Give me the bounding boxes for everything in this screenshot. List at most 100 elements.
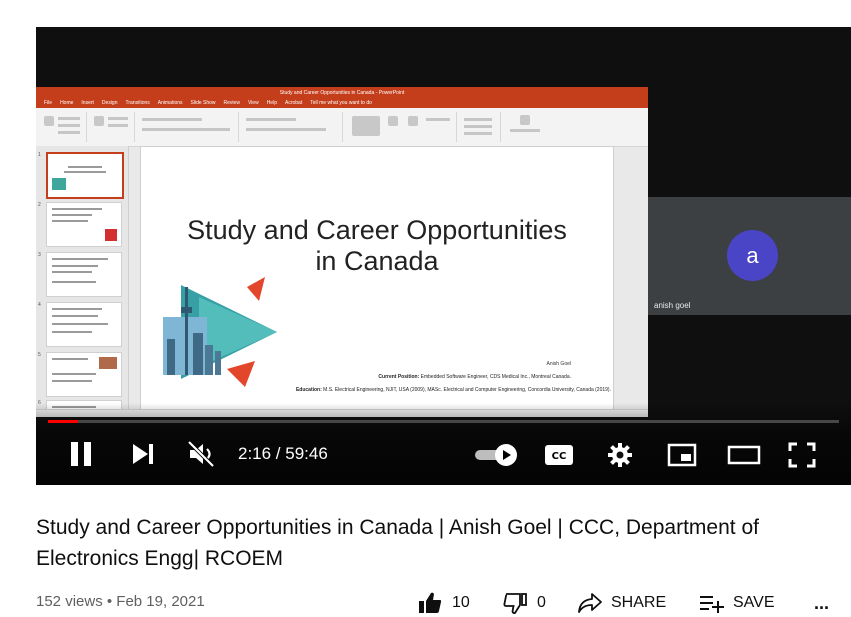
thumb-line bbox=[52, 308, 102, 310]
paste-icon bbox=[44, 116, 54, 126]
thumbnail-5 bbox=[46, 352, 122, 397]
pause-icon bbox=[71, 442, 91, 466]
theater-icon bbox=[727, 445, 761, 465]
create-pdf-icon bbox=[520, 115, 530, 125]
miniplayer-icon bbox=[667, 443, 697, 467]
video-title: Study and Career Opportunities in Canada… bbox=[36, 516, 759, 570]
education-text: M.S. Electrical Engineering, NJIT, USA (… bbox=[323, 387, 611, 393]
pause-button[interactable] bbox=[64, 437, 98, 471]
slide-author: Anish Goel bbox=[546, 361, 571, 367]
share-button[interactable]: SHARE bbox=[577, 590, 666, 616]
thumb-line bbox=[52, 214, 92, 216]
progress-bar[interactable] bbox=[48, 420, 839, 423]
volume-muted-icon bbox=[187, 440, 215, 468]
slide-title: Study and Career Opportunities in Canada bbox=[187, 215, 567, 276]
education-label: Education: bbox=[295, 387, 322, 393]
mute-button[interactable] bbox=[182, 437, 222, 471]
ppt-menu-item: Transitions bbox=[125, 100, 150, 106]
ribbon-line bbox=[58, 124, 80, 127]
ribbon-group-acrobat bbox=[504, 112, 548, 142]
arrange-icon bbox=[388, 116, 398, 126]
ppt-menu-item: File bbox=[44, 100, 53, 106]
ribbon-group-drawing bbox=[346, 112, 457, 142]
ppt-titlebar: Study and Career Opportunities in Canada… bbox=[36, 87, 648, 99]
ribbon-line bbox=[464, 118, 492, 121]
ribbon-group-editing bbox=[460, 112, 501, 142]
ppt-menu-item: Tell me what you want to do bbox=[310, 100, 372, 106]
thumb-line bbox=[68, 166, 102, 168]
thumb-line bbox=[52, 315, 98, 317]
ppt-menu-item: Acrobat bbox=[284, 100, 303, 106]
position-label: Current Position: bbox=[378, 374, 420, 380]
fullscreen-button[interactable] bbox=[784, 439, 820, 471]
ribbon-group-slides bbox=[90, 112, 135, 142]
fullscreen-icon bbox=[788, 442, 816, 468]
thumbnail-3 bbox=[46, 252, 122, 297]
like-count: 10 bbox=[452, 594, 470, 611]
thumbnail-number: 4 bbox=[38, 302, 41, 308]
thumbs-up-icon bbox=[419, 592, 442, 613]
ppt-menu-item: Insert bbox=[81, 100, 94, 106]
ppt-ribbon bbox=[36, 108, 648, 147]
thumbnail-4 bbox=[46, 302, 122, 347]
ribbon-line bbox=[142, 118, 202, 121]
ribbon-group-font bbox=[138, 112, 239, 142]
video-frame[interactable]: Study and Career Opportunities in Canada… bbox=[36, 27, 851, 485]
thumb-line bbox=[52, 380, 92, 382]
gear-icon bbox=[608, 443, 632, 467]
autoplay-toggle[interactable] bbox=[472, 439, 522, 471]
powerpoint-window: Study and Career Opportunities in Canada… bbox=[36, 87, 648, 417]
position-text: Embedded Software Engineer, CDS Medical … bbox=[420, 374, 571, 380]
playlist-add-icon bbox=[700, 596, 724, 613]
current-slide: Study and Career Opportunities in Canada… bbox=[141, 147, 613, 410]
ribbon-line bbox=[464, 125, 492, 128]
miniplayer-button[interactable] bbox=[664, 439, 700, 471]
svg-text:CC: CC bbox=[552, 451, 567, 462]
video-player[interactable]: Study and Career Opportunities in Canada… bbox=[36, 27, 851, 485]
thumb-graphic bbox=[99, 357, 117, 369]
settings-button[interactable] bbox=[602, 439, 638, 471]
ppt-menu-item: Review bbox=[223, 100, 240, 106]
thumb-line bbox=[52, 220, 88, 222]
quick-styles-icon bbox=[408, 116, 418, 126]
ribbon-line bbox=[510, 129, 540, 132]
participant-name: anish goel bbox=[654, 301, 691, 310]
thumbnail-number: 5 bbox=[38, 352, 41, 358]
next-icon bbox=[133, 444, 153, 464]
share-label: SHARE bbox=[611, 594, 667, 611]
ribbon-line bbox=[108, 117, 128, 120]
time-display: 2:16 / 59:46 bbox=[238, 444, 328, 463]
thumb-line bbox=[52, 331, 92, 333]
ppt-menu-item: Slide Show bbox=[190, 100, 216, 106]
ribbon-line bbox=[58, 117, 80, 120]
thumbnail-2 bbox=[46, 202, 122, 247]
ppt-menubar: File Home Insert Design Transitions Animation… bbox=[36, 99, 648, 108]
slide-position-line: Current Position: Embedded Software Engi… bbox=[261, 374, 571, 380]
thumbs-down-icon bbox=[503, 593, 527, 614]
save-label: SAVE bbox=[733, 594, 775, 611]
like-button[interactable]: 10 bbox=[418, 590, 470, 616]
theater-mode-button[interactable] bbox=[724, 439, 764, 471]
ribbon-line bbox=[426, 118, 450, 121]
ribbon-line bbox=[246, 118, 296, 121]
autoplay-icon bbox=[475, 444, 517, 466]
save-button[interactable]: SAVE bbox=[699, 590, 775, 616]
share-icon bbox=[578, 593, 602, 613]
ppt-menu-item: Design bbox=[101, 100, 118, 106]
ppt-menu-item: Animations bbox=[157, 100, 183, 106]
dislike-button[interactable]: 0 bbox=[503, 590, 546, 616]
next-button[interactable] bbox=[126, 437, 160, 471]
dislike-count: 0 bbox=[537, 594, 546, 611]
more-actions-button[interactable]: ... bbox=[814, 590, 829, 616]
ribbon-line bbox=[58, 131, 80, 134]
thumb-line bbox=[52, 358, 88, 360]
slide-logo-graphic bbox=[163, 277, 277, 387]
ribbon-line bbox=[142, 128, 230, 131]
subtitles-button[interactable]: CC bbox=[541, 440, 577, 470]
ppt-menu-item: View bbox=[247, 100, 259, 106]
thumbnail-number: 2 bbox=[38, 202, 41, 208]
thumb-line bbox=[52, 281, 96, 283]
thumb-graphic bbox=[105, 229, 117, 241]
ribbon-line bbox=[108, 124, 128, 127]
ppt-menu-item: Home bbox=[60, 100, 74, 106]
